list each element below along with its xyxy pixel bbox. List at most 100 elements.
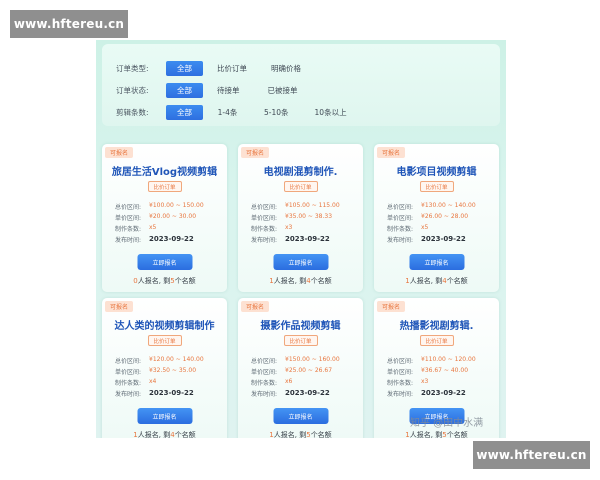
filter-label: 订单状态:	[116, 85, 149, 95]
zhihu-watermark: 知乎 @田中水满	[410, 418, 484, 429]
filter-label: 订单类型:	[116, 63, 149, 73]
filter-row-order-status: 订单状态: 全部 待接单 已被接单	[116, 82, 306, 98]
filter-chip-all[interactable]: 全部	[166, 60, 203, 76]
info-label: 制作条数:	[251, 380, 278, 387]
total-price-row: 总价区间: ¥110.00 ~ 120.00	[387, 356, 476, 365]
date-value: 2023-09-22	[421, 235, 466, 243]
total-price-value: ¥150.00 ~ 160.00	[285, 356, 340, 363]
signup-mid: 人报名, 剩	[273, 277, 307, 285]
total-price-value: ¥105.00 ~ 115.00	[285, 202, 340, 209]
info-label: 单价区间:	[251, 215, 278, 222]
unit-price-value: ¥25.00 ~ 26.67	[285, 367, 333, 374]
watermark-bottom: www.hfterеu.cn	[473, 441, 590, 469]
order-type-badge: 比价订单	[419, 181, 454, 192]
count-row: 制作条数: x3	[387, 378, 428, 387]
apply-button[interactable]: 立即报名	[273, 408, 328, 424]
date-value: 2023-09-22	[285, 235, 330, 243]
info-label: 制作条数:	[115, 226, 142, 233]
available-tag: 可报名	[377, 301, 406, 312]
count-row: 制作条数: x4	[115, 378, 156, 387]
date-value: 2023-09-22	[149, 389, 194, 397]
total-price-value: ¥130.00 ~ 140.00	[421, 202, 476, 209]
unit-price-row: 单价区间: ¥36.67 ~ 40.00	[387, 367, 468, 376]
signup-end: 个名额	[446, 277, 468, 285]
count-row: 制作条数: x5	[115, 224, 156, 233]
info-label: 单价区间:	[115, 215, 142, 222]
order-card: 可报名 达人类的视频剪辑制作 比价订单 总价区间: ¥120.00 ~ 140.00 单价…	[102, 298, 227, 438]
filter-chip-pending[interactable]: 待接单	[209, 83, 248, 98]
apply-button[interactable]: 立即报名	[273, 254, 328, 270]
card-title[interactable]: 摄影作品视频剪辑	[238, 317, 363, 332]
signup-end: 个名额	[310, 277, 332, 285]
total-price-row: 总价区间: ¥130.00 ~ 140.00	[387, 202, 476, 211]
signup-mid: 人报名, 剩	[409, 277, 443, 285]
order-card: 可报名 电视剧混剪制作. 比价订单 总价区间: ¥105.00 ~ 115.00 单价区间…	[238, 144, 363, 292]
info-label: 单价区间:	[387, 369, 414, 376]
unit-price-value: ¥35.00 ~ 38.33	[285, 213, 333, 220]
count-row: 制作条数: x3	[251, 224, 292, 233]
unit-price-row: 单价区间: ¥26.00 ~ 28.00	[387, 213, 468, 222]
unit-price-value: ¥26.00 ~ 28.00	[421, 213, 469, 220]
info-label: 发布时间:	[115, 391, 142, 398]
unit-price-row: 单价区间: ¥35.00 ~ 38.33	[251, 213, 332, 222]
card-title[interactable]: 达人类的视频剪辑制作	[102, 317, 227, 332]
order-type-badge: 比价订单	[283, 335, 318, 346]
signup-status: 1人报名, 剩4个名额	[374, 276, 499, 286]
filter-chip-all[interactable]: 全部	[166, 104, 203, 120]
order-type-badge: 比价订单	[147, 335, 182, 346]
count-row: 制作条数: x5	[387, 224, 428, 233]
order-type-badge: 比价订单	[147, 181, 182, 192]
apply-button[interactable]: 立即报名	[409, 254, 464, 270]
available-tag: 可报名	[105, 147, 134, 158]
filter-chip-1-4[interactable]: 1-4条	[209, 105, 246, 120]
signup-end: 个名额	[310, 431, 332, 438]
info-label: 总价区间:	[387, 204, 414, 211]
signup-end: 个名额	[174, 277, 196, 285]
order-card: 可报名 旅居生活Vlog视频剪辑 比价订单 总价区间: ¥100.00 ~ 150.00…	[102, 144, 227, 292]
filter-row-order-type: 订单类型: 全部 比价订单 明确价格	[116, 60, 309, 76]
info-label: 发布时间:	[251, 237, 278, 244]
count-value: x6	[285, 378, 293, 385]
card-title[interactable]: 旅居生活Vlog视频剪辑	[102, 163, 227, 178]
signup-mid: 人报名, 剩	[409, 431, 443, 438]
card-title[interactable]: 热播影视剧剪辑.	[374, 317, 499, 332]
info-label: 总价区间:	[115, 204, 142, 211]
filter-chip-bid-order[interactable]: 比价订单	[209, 61, 255, 76]
date-row: 发布时间: 2023-09-22	[115, 389, 194, 398]
filter-chip-all[interactable]: 全部	[166, 82, 203, 98]
info-label: 总价区间:	[251, 358, 278, 365]
info-label: 单价区间:	[115, 369, 142, 376]
date-row: 发布时间: 2023-09-22	[115, 235, 194, 244]
signup-mid: 人报名, 剩	[137, 277, 171, 285]
order-type-badge: 比价订单	[419, 335, 454, 346]
signup-status: 0人报名, 剩5个名额	[102, 276, 227, 286]
count-value: x4	[149, 378, 157, 385]
card-title[interactable]: 电视剧混剪制作.	[238, 163, 363, 178]
filter-chip-taken[interactable]: 已被接单	[260, 83, 306, 98]
count-value: x5	[149, 224, 157, 231]
apply-button[interactable]: 立即报名	[137, 254, 192, 270]
info-label: 发布时间:	[387, 237, 414, 244]
signup-status: 1人报名, 剩5个名额	[238, 430, 363, 438]
unit-price-row: 单价区间: ¥32.50 ~ 35.00	[115, 367, 196, 376]
order-card: 可报名 摄影作品视频剪辑 比价订单 总价区间: ¥150.00 ~ 160.00 单价区间…	[238, 298, 363, 438]
filter-label: 剪辑条数:	[116, 107, 149, 117]
info-label: 制作条数:	[387, 226, 414, 233]
card-title[interactable]: 电影项目视频剪辑	[374, 163, 499, 178]
apply-button[interactable]: 立即报名	[137, 408, 192, 424]
info-label: 单价区间:	[251, 369, 278, 376]
unit-price-value: ¥20.00 ~ 30.00	[149, 213, 197, 220]
order-card: 可报名 电影项目视频剪辑 比价订单 总价区间: ¥130.00 ~ 140.00 单价区间…	[374, 144, 499, 292]
info-label: 发布时间:	[115, 237, 142, 244]
signup-end: 个名额	[446, 431, 468, 438]
available-tag: 可报名	[105, 301, 134, 312]
signup-status: 1人报名, 剩4个名额	[102, 430, 227, 438]
available-tag: 可报名	[241, 147, 270, 158]
info-label: 发布时间:	[387, 391, 414, 398]
info-label: 制作条数:	[387, 380, 414, 387]
filter-chip-5-10[interactable]: 5-10条	[256, 105, 297, 120]
count-value: x5	[421, 224, 429, 231]
watermark-top: www.hfterеu.cn	[10, 10, 128, 38]
filter-chip-fixed-price[interactable]: 明确价格	[263, 61, 309, 76]
filter-chip-10-plus[interactable]: 10条以上	[307, 105, 355, 120]
